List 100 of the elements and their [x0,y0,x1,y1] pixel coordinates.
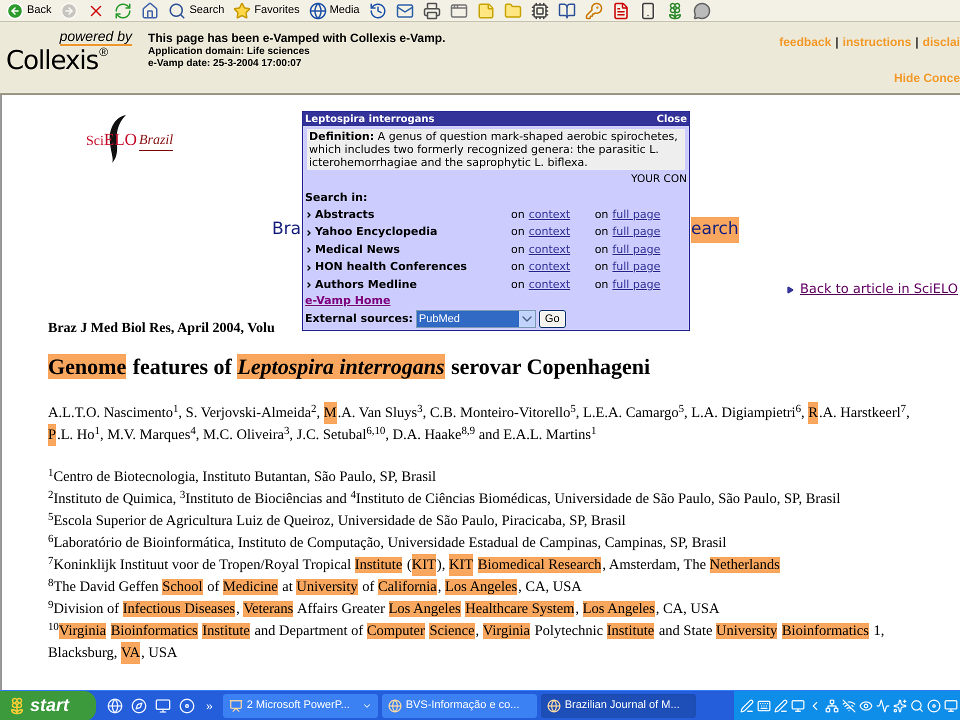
printer-icon [422,2,441,20]
media-button[interactable]: Media [306,0,362,20]
network-icon[interactable] [825,698,839,712]
heading-fragment: Bra [272,218,302,241]
full-page-link[interactable]: full page [612,224,660,241]
context-link[interactable]: context [528,276,593,294]
eye-icon[interactable] [859,698,873,712]
affiliation-line: $^{2}$Instituto de Quimica, $^{3}$Instituto de Biociências and $^{4}$Instituto de Ciências Biomédicas, Universidade de São Paulo, São Paulo, SP, Brasil [48,488,842,509]
affiliation-line: $^{1}$Centro de Biotecnologia, Instituto Butantan, São Paulo, SP, Brasil [48,466,438,487]
source-name: Abstracts [315,206,376,223]
monitor-icon[interactable] [791,698,805,712]
disc-icon [179,698,195,714]
favorites-button[interactable]: Favorites [231,0,302,20]
folder-icon [504,2,522,20]
full-page-link[interactable]: full page [612,276,660,294]
back-button[interactable]: Back [4,0,54,20]
compass-icon [131,698,147,714]
on-label: on [594,224,608,240]
chevron-icon [305,246,313,254]
registered-mark: ® [99,46,108,58]
taskbar-task[interactable]: BVS-Informação e co... [382,694,537,718]
star-icon [233,2,252,20]
on-label: on [594,259,608,276]
popup-title: Leptospira interrogans [305,112,434,126]
full-page-link[interactable]: full page [612,259,660,276]
definition-box: Definition: A genus of question mark-shaped aerobic spirochetes, which includes two formerly recognized genera: the parasitic L. icterohemorrhagiae and the saprophytic L. biflexa. [307,129,685,170]
chevron-icon [305,211,313,219]
quick-launch-button[interactable] [106,696,124,714]
search-icon[interactable] [910,698,924,712]
author-list: A.L.T.O. Nascimento$^{1}$, S. Verjovski-Almeida$^{2}$, M.A. Van Sluys$^{3}$, C.B. Monteiro-Vitorello$^{5}$, L.E.A. Camargo$^{5}$, L.A. Digiampietri$^{6}$, R.A. Harstkeerl$^{7}$, P.L. Ho$^{1}$, M.V. Marques$^{4}$, M.C. Oliveira$^{3}$, J.C. Setubal$^{6,10}$, D.A. Haake$^{8,9}$ and E.A.L. Martins$^{1}$ [2,402,960,446]
folder-button[interactable] [502,0,524,20]
bullet-icon [786,286,794,294]
mail-icon [396,2,414,20]
wave-icon[interactable] [876,698,890,712]
on-label: on [511,206,525,223]
key-icon [584,2,603,20]
disc-icon[interactable] [927,698,941,712]
globe-icon [308,2,327,20]
document-icon [612,2,630,20]
pen-icon[interactable] [740,698,754,712]
window-icon [450,2,468,20]
quick-launch-button[interactable] [154,696,172,714]
journal-citation: Braz J Med Biol Res, April 2004, Volu [48,320,275,338]
history-icon [368,2,387,20]
link-separator: | [915,34,919,51]
context-link[interactable]: context [528,259,593,276]
context-link[interactable]: context [528,206,593,224]
chat-bubble-icon [692,2,711,20]
logo-tagline: powered by [60,28,132,46]
source-name: Authors Medline [315,276,418,293]
taskbar-task[interactable]: Brazilian Journal of M... [540,694,696,718]
affiliation-line: $^{10}$Virginia Bioinformatics Institute and Department of Computer Science, Virginia Polytechnic Institute and State University Bioinformatics 1, Blacksburg, VA, USA [48,620,954,664]
source-select[interactable]: PubMed [416,310,536,328]
affiliation-line: $^{5}$Escola Superior de Agricultura Luiz de Queiroz, Universidade de São Paulo, Piracicaba, SP, Brasil [48,510,627,531]
logo-wordmark: Collexis [6,46,98,76]
caret-icon [518,310,535,327]
network-off-icon[interactable] [842,698,856,712]
quick-launch-button[interactable] [130,696,148,714]
taskbar-task[interactable]: 2 Microsoft PowerP... [222,694,378,718]
search-button[interactable]: Search [166,0,226,20]
overflow-chevron[interactable]: » [206,696,213,714]
on-label: on [594,276,608,293]
on-label: on [511,259,525,276]
print-button[interactable] [420,0,443,20]
home-icon [141,2,160,20]
full-page-link[interactable]: full page [612,206,660,224]
context-link[interactable]: context [528,242,593,258]
chip-button[interactable] [528,0,551,20]
start-button[interactable]: start [0,690,96,720]
search-icon [168,2,186,20]
slides-icon [228,698,243,712]
heading-fragment: earch [691,217,739,242]
banner-title: This page has been e-Vamped with Collexis e-Vamp. [148,31,446,46]
book-icon [558,2,576,20]
globe-icon [388,698,402,712]
chevron-icon [305,264,313,272]
refresh-icon [114,2,132,20]
source-name: Medical News [315,242,401,258]
chat-button[interactable] [690,0,713,20]
keyboard-icon[interactable] [757,698,771,712]
article-title: Genome features of Leptospira interrogans serovar Copenhageni [48,353,650,381]
full-page-link[interactable]: full page [612,242,660,258]
search-in-label: Search in: [305,190,368,204]
on-label: on [594,242,608,258]
sparkle-icon[interactable] [893,698,907,712]
context-link[interactable]: context [528,224,593,241]
pen-icon[interactable] [774,698,788,712]
monitor-icon[interactable] [944,698,958,712]
monitor-icon [155,698,171,714]
go-button[interactable]: Go [538,310,566,328]
chevron-icon [305,281,313,289]
evamp-home-link[interactable]: e-Vamp Home [305,294,687,308]
quick-launch-button[interactable] [178,696,196,714]
on-label: on [511,224,525,240]
globe-icon [107,698,123,714]
affiliation-line: $^{6}$Laboratório de Bioinformática, Instituto de Computação, Universidade Estadual de Campinas, Campinas, SP, Brasil [48,532,728,553]
source-name: HON health Conferences [315,259,468,276]
back-to-article-link[interactable]: Back to article in SciELO [800,280,958,300]
chevron-icon [305,228,313,236]
close-button[interactable]: Close [656,112,687,126]
